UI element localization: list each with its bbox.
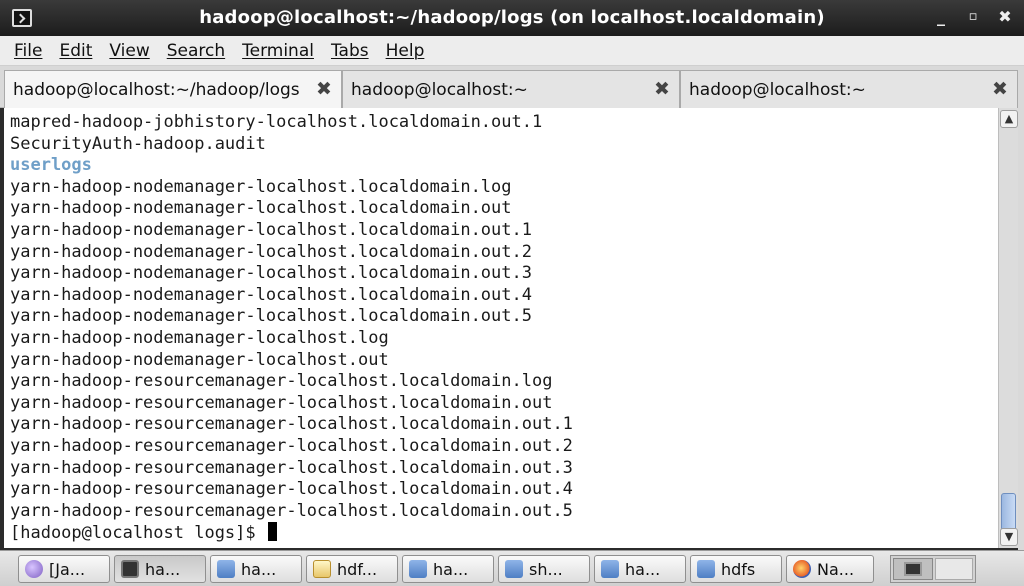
terminal-line: yarn-hadoop-nodemanager-localhost.locald…	[10, 219, 532, 240]
folder-icon	[217, 560, 235, 578]
taskbar-item-firefox[interactable]: Na...	[786, 555, 874, 583]
taskbar-item-hdfs[interactable]: hdfs	[690, 555, 782, 583]
taskbar-item-label: [Ja...	[49, 559, 86, 579]
terminal-line: yarn-hadoop-resourcemanager-localhost.lo…	[10, 392, 553, 413]
taskbar-item-label: ha...	[145, 559, 181, 579]
taskbar-item-java[interactable]: [Ja...	[18, 555, 110, 583]
terminal-line: yarn-hadoop-nodemanager-localhost.locald…	[10, 241, 532, 262]
taskbar: [Ja... ha... ha... hdf... ha... sh... ha…	[0, 550, 1024, 586]
workspace-switcher[interactable]	[890, 555, 976, 583]
scroll-down-icon[interactable]: ▼	[1000, 528, 1018, 546]
taskbar-item-terminal[interactable]: ha...	[114, 555, 206, 583]
close-icon[interactable]: ✖	[994, 6, 1016, 28]
tab-close-icon[interactable]: ✖	[991, 80, 1009, 99]
menu-terminal[interactable]: Terminal	[242, 41, 314, 61]
tab-close-icon[interactable]: ✖	[315, 80, 333, 99]
terminal-line: yarn-hadoop-nodemanager-localhost.locald…	[10, 263, 532, 284]
terminal-icon	[121, 560, 139, 578]
terminal-line-directory: userlogs	[10, 155, 92, 176]
taskbar-item-label: hdf...	[337, 559, 378, 579]
menu-tabs[interactable]: Tabs	[331, 41, 369, 61]
folder-icon	[697, 560, 715, 578]
taskbar-item-label: ha...	[241, 559, 277, 579]
minimize-icon[interactable]: _	[930, 6, 952, 28]
firefox-icon	[793, 560, 811, 578]
text-editor-icon	[313, 560, 331, 578]
folder-icon	[601, 560, 619, 578]
tab-hadoop-home-2[interactable]: hadoop@localhost:~ ✖	[680, 70, 1018, 108]
terminal-line: yarn-hadoop-nodemanager-localhost.locald…	[10, 198, 512, 219]
terminal-scrollbar[interactable]: ▲ ▼	[998, 108, 1018, 548]
folder-icon	[409, 560, 427, 578]
terminal-line: yarn-hadoop-nodemanager-localhost.locald…	[10, 176, 512, 197]
terminal-icon	[904, 562, 922, 576]
tab-bar: hadoop@localhost:~/hadoop/logs ✖ hadoop@…	[0, 66, 1024, 109]
taskbar-item-folder-4[interactable]: ha...	[594, 555, 686, 583]
terminal-line: yarn-hadoop-resourcemanager-localhost.lo…	[10, 435, 573, 456]
scroll-up-icon[interactable]: ▲	[1000, 110, 1018, 128]
terminal-line: yarn-hadoop-nodemanager-localhost.log	[10, 327, 389, 348]
taskbar-item-folder-1[interactable]: ha...	[210, 555, 302, 583]
text-cursor	[267, 522, 277, 542]
taskbar-item-label: Na...	[817, 559, 855, 579]
menu-search[interactable]: Search	[167, 41, 225, 61]
scroll-thumb[interactable]	[1001, 493, 1016, 531]
menu-edit[interactable]: Edit	[59, 41, 92, 61]
window-edge	[1018, 66, 1024, 554]
terminal-line: SecurityAuth-hadoop.audit	[10, 133, 266, 154]
terminal-lines: mapred-hadoop-jobhistory-localhost.local…	[10, 112, 573, 544]
menu-file[interactable]: File	[14, 41, 42, 61]
taskbar-item-label: ha...	[625, 559, 661, 579]
terminal-prompt-line[interactable]: [hadoop@localhost logs]$	[10, 522, 573, 544]
taskbar-item-label: hdfs	[721, 559, 756, 579]
terminal-line: yarn-hadoop-resourcemanager-localhost.lo…	[10, 371, 553, 392]
tab-hadoop-home-1[interactable]: hadoop@localhost:~ ✖	[342, 70, 680, 108]
menu-view[interactable]: View	[109, 41, 149, 61]
taskbar-item-label: ha...	[433, 559, 469, 579]
terminal-line: mapred-hadoop-jobhistory-localhost.local…	[10, 112, 543, 132]
tab-label: hadoop@localhost:~	[689, 79, 866, 100]
terminal-line: yarn-hadoop-resourcemanager-localhost.lo…	[10, 414, 573, 435]
menu-help[interactable]: Help	[386, 41, 425, 61]
workspace-1[interactable]	[893, 558, 933, 580]
terminal-line: yarn-hadoop-nodemanager-localhost.locald…	[10, 306, 532, 327]
terminal-line: yarn-hadoop-resourcemanager-localhost.lo…	[10, 479, 573, 500]
taskbar-item-label: sh...	[529, 559, 563, 579]
terminal-output[interactable]: mapred-hadoop-jobhistory-localhost.local…	[4, 108, 998, 548]
maximize-icon[interactable]: ▫	[962, 6, 984, 28]
tab-hadoop-logs[interactable]: hadoop@localhost:~/hadoop/logs ✖	[4, 70, 342, 109]
terminal-line: yarn-hadoop-resourcemanager-localhost.lo…	[10, 500, 573, 521]
workspace-2[interactable]	[935, 558, 973, 580]
tab-label: hadoop@localhost:~	[351, 79, 528, 100]
window-title: hadoop@localhost:~/hadoop/logs (on local…	[199, 7, 825, 28]
terminal-line: yarn-hadoop-nodemanager-localhost.out	[10, 349, 389, 370]
tab-close-icon[interactable]: ✖	[653, 80, 671, 99]
circle-icon	[25, 560, 43, 578]
taskbar-item-folder-2[interactable]: ha...	[402, 555, 494, 583]
folder-icon	[505, 560, 523, 578]
shell-prompt: [hadoop@localhost logs]$	[10, 523, 266, 544]
tab-label: hadoop@localhost:~/hadoop/logs	[13, 80, 300, 100]
menu-bar: File Edit View Search Terminal Tabs Help	[0, 36, 1024, 66]
terminal-line: yarn-hadoop-resourcemanager-localhost.lo…	[10, 457, 573, 478]
window-titlebar: hadoop@localhost:~/hadoop/logs (on local…	[0, 0, 1024, 36]
taskbar-item-folder-3[interactable]: sh...	[498, 555, 590, 583]
taskbar-item-editor[interactable]: hdf...	[306, 555, 398, 583]
terminal-line: yarn-hadoop-nodemanager-localhost.locald…	[10, 284, 532, 305]
